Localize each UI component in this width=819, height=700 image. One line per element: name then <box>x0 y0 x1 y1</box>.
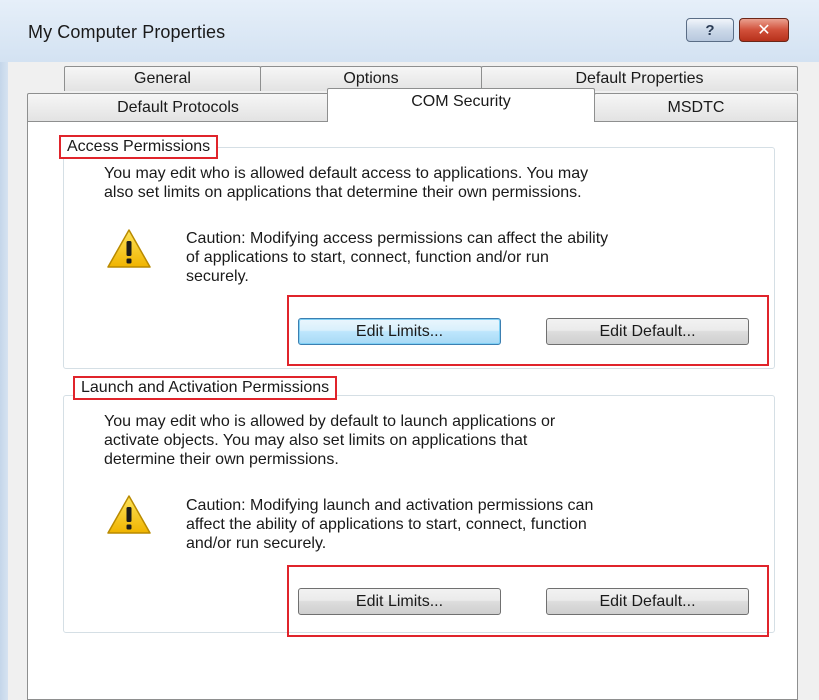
launch-caution-line2: affect the ability of applications to st… <box>186 516 587 533</box>
launch-description-line2: activate objects. You may also set limit… <box>104 432 528 449</box>
properties-window: My Computer Properties ? ✕ General Optio… <box>0 0 819 700</box>
warning-icon <box>107 495 151 534</box>
access-permissions-label: Access Permissions <box>59 135 219 159</box>
access-description: You may edit who is allowed default acce… <box>104 164 764 202</box>
help-button[interactable]: ? <box>686 18 734 42</box>
access-caution-line1: Caution: Modifying access permissions ca… <box>186 230 609 247</box>
tab-default-protocols-label: Default Protocols <box>117 98 239 116</box>
close-button[interactable]: ✕ <box>739 18 789 42</box>
tab-default-properties-label: Default Properties <box>575 70 704 87</box>
access-description-line1: You may edit who is allowed default acce… <box>104 165 589 182</box>
access-caution-line3: securely. <box>186 268 249 285</box>
launch-caution-line3: and/or run securely. <box>186 535 327 552</box>
tab-options-label: Options <box>343 70 399 87</box>
launch-caution-text: Caution: Modifying launch and activation… <box>186 496 766 553</box>
tab-default-protocols[interactable]: Default Protocols <box>27 93 329 121</box>
launch-caution-line1: Caution: Modifying launch and activation… <box>186 497 594 514</box>
tab-general-label: General <box>134 70 191 87</box>
help-icon: ? <box>705 21 715 39</box>
tab-com-security-label: COM Security <box>411 93 511 110</box>
launch-permissions-label: Launch and Activation Permissions <box>73 376 338 400</box>
access-caution-text: Caution: Modifying access permissions ca… <box>186 229 766 286</box>
tab-msdtc-label: MSDTC <box>667 98 725 116</box>
launch-description-line1: You may edit who is allowed by default t… <box>104 413 556 430</box>
launch-description-line3: determine their own permissions. <box>104 451 339 468</box>
tab-com-security[interactable]: COM Security <box>327 88 595 122</box>
com-security-panel: Access Permissions You may edit who is a… <box>27 121 798 700</box>
access-edit-limits-button[interactable]: Edit Limits... <box>298 318 501 345</box>
access-edit-default-button[interactable]: Edit Default... <box>546 318 749 345</box>
window-title: My Computer Properties <box>28 22 226 42</box>
tab-general[interactable]: General <box>64 66 261 91</box>
window-frame-left <box>0 62 8 700</box>
close-icon: ✕ <box>757 22 771 39</box>
title-bar[interactable]: My Computer Properties ? ✕ <box>0 0 819 62</box>
launch-edit-default-button[interactable]: Edit Default... <box>546 588 749 615</box>
launch-edit-limits-button[interactable]: Edit Limits... <box>298 588 501 615</box>
access-caution-line2: of applications to start, connect, funct… <box>186 249 549 266</box>
launch-description: You may edit who is allowed by default t… <box>104 412 764 469</box>
warning-icon <box>107 229 151 268</box>
tab-msdtc[interactable]: MSDTC <box>594 93 798 121</box>
access-description-line2: also set limits on applications that det… <box>104 184 582 201</box>
